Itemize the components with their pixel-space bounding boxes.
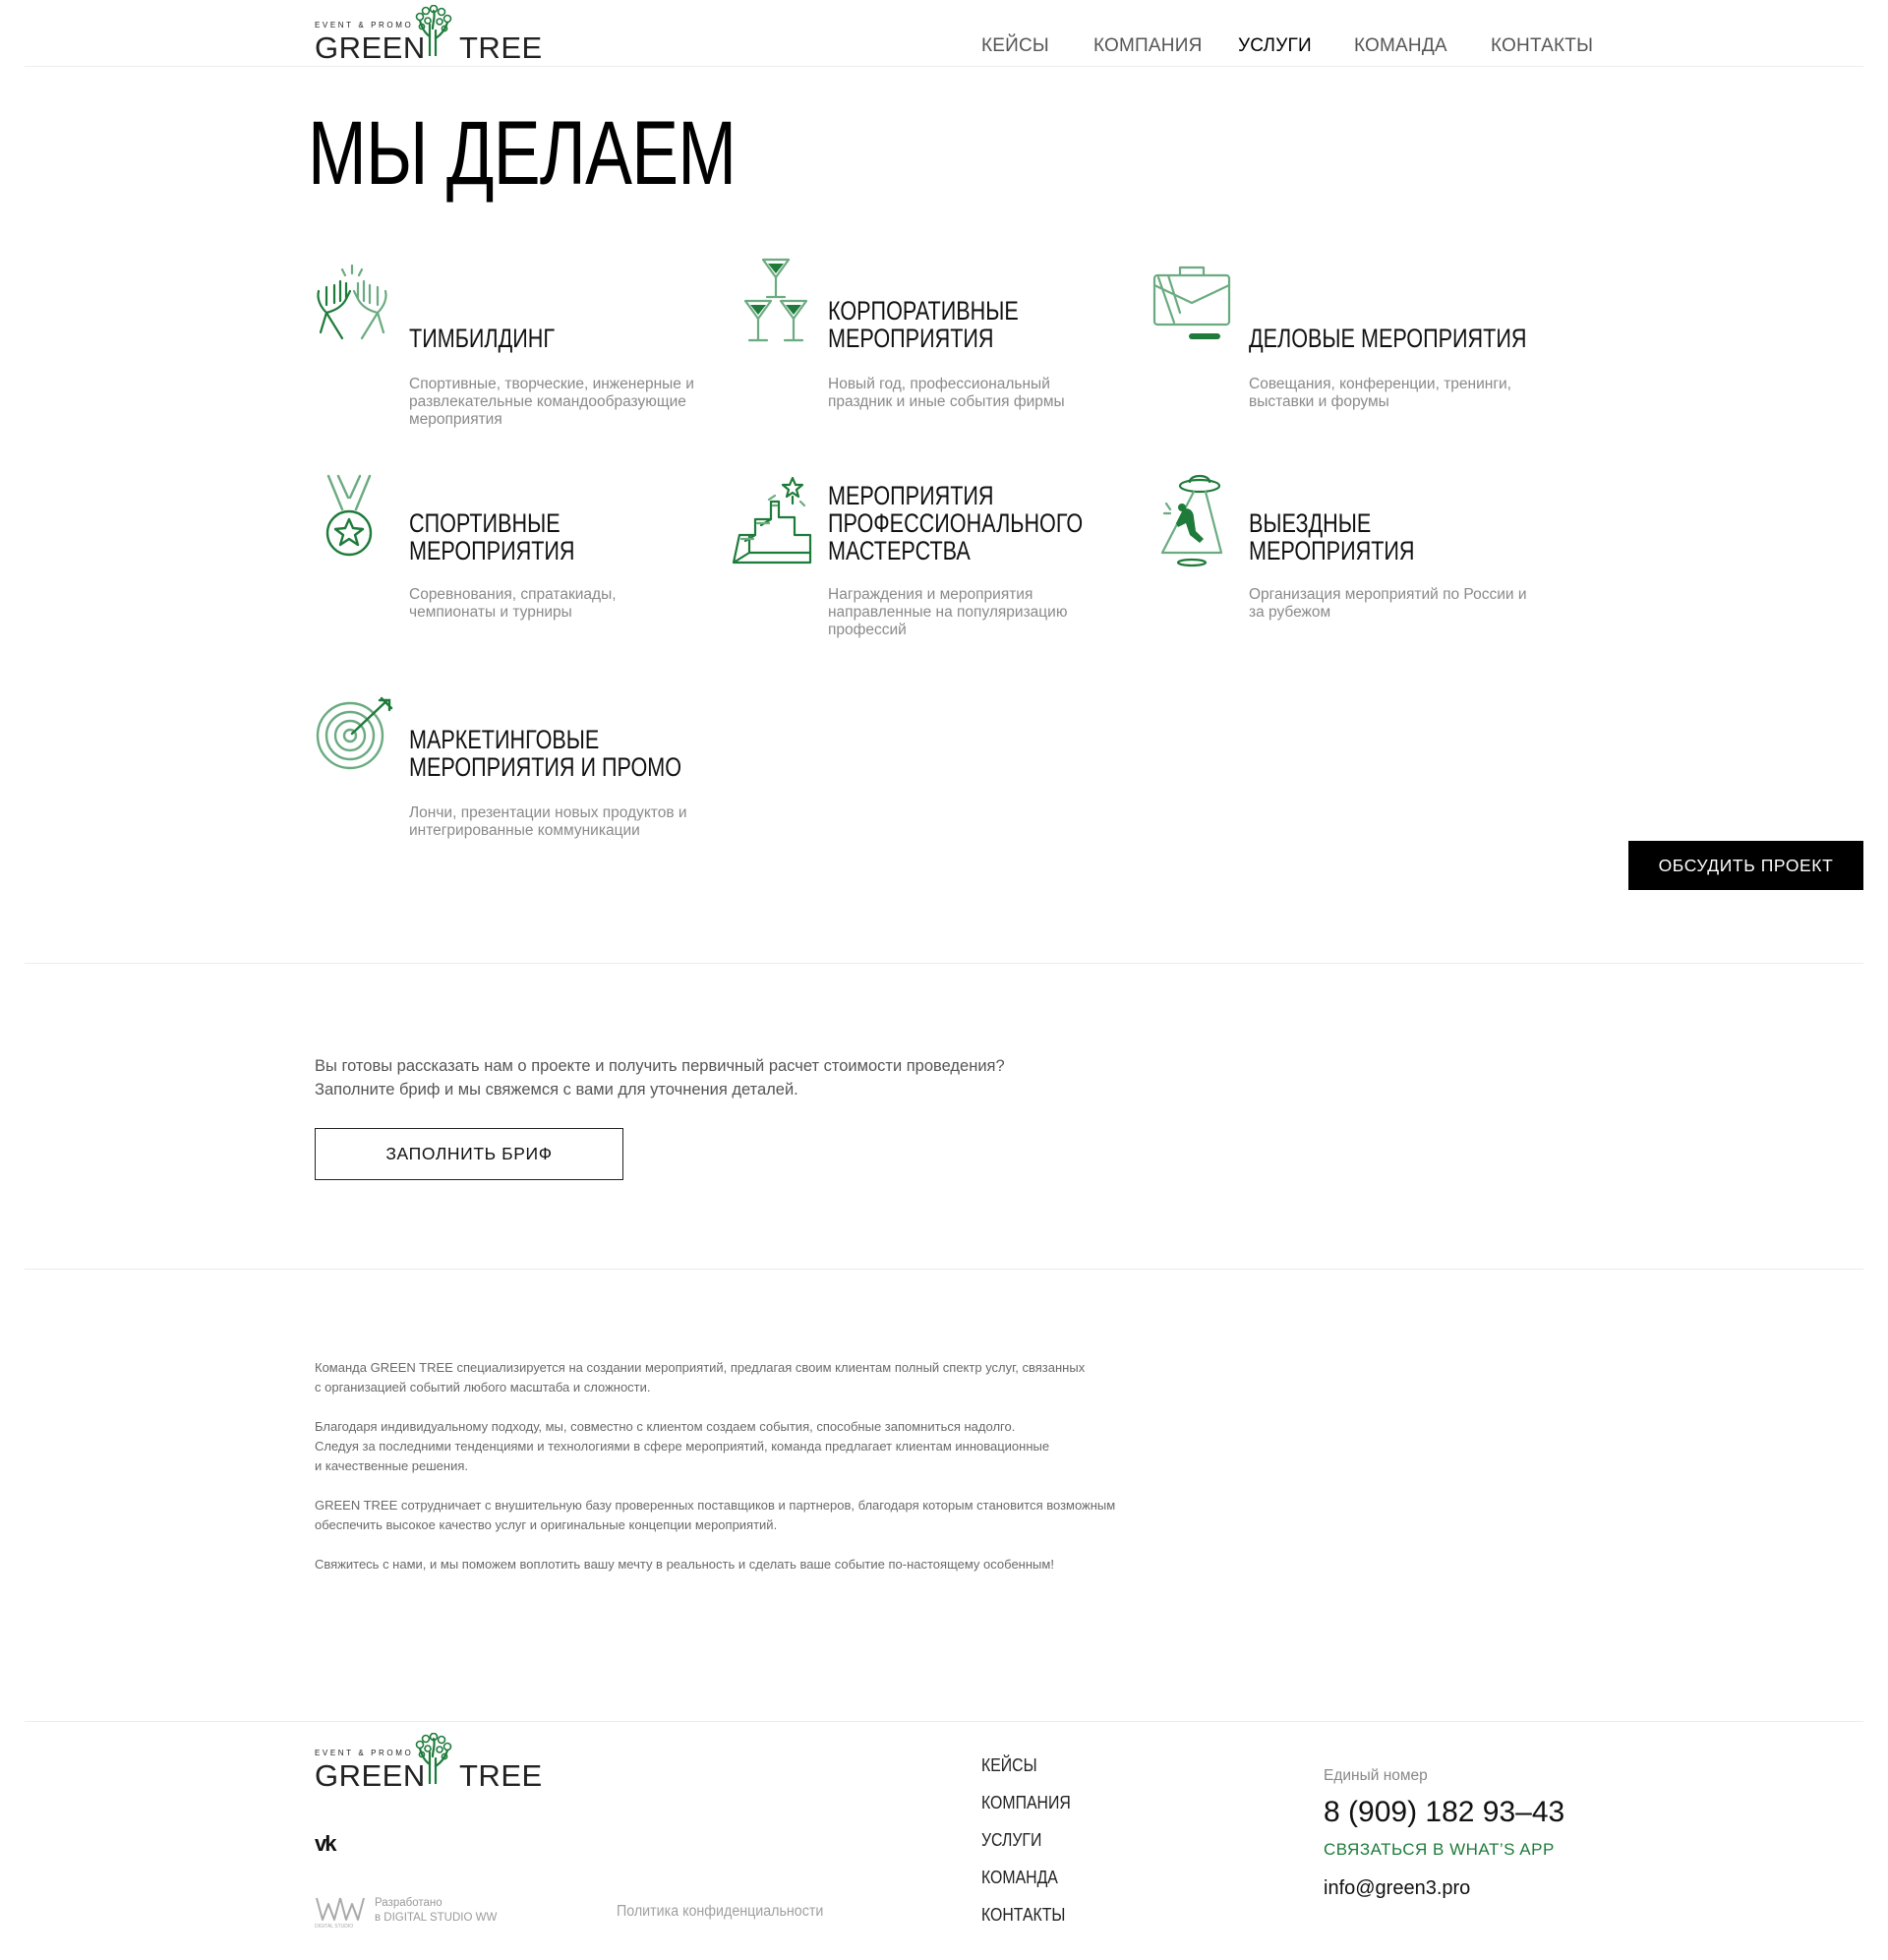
- service-description: Организация мероприятий по России и за р…: [1249, 586, 1527, 621]
- service-title: КОРПОРАТИВНЫЕ МЕРОПРИЯТИЯ: [828, 296, 1019, 353]
- tree-icon: [415, 5, 452, 56]
- service-card-marketing: МАРКЕТИНГОВЫЕ МЕРОПРИЯТИЯ И ПРОМО Лончи,…: [313, 696, 687, 893]
- page-title: МЫ ДЕЛАЕМ: [308, 103, 737, 204]
- high-five-icon: [317, 264, 387, 340]
- brief-invitation-text: Вы готовы рассказать нам о проекте и пол…: [315, 1057, 1005, 1099]
- about-paragraph: GREEN TREE сотрудничает с внушительную б…: [315, 1498, 1116, 1532]
- ufo-abduction-icon: [1160, 474, 1223, 567]
- footer-nav-company[interactable]: КОМПАНИЯ: [981, 1793, 1071, 1813]
- studio-logo-caption: DIGITAL STUDIO: [315, 1924, 353, 1930]
- service-description: Спортивные, творческие, инженерные и раз…: [409, 376, 694, 428]
- nav-item-cases[interactable]: КЕЙСЫ: [981, 35, 1049, 57]
- stairs-star-icon: [732, 476, 812, 564]
- fill-brief-button[interactable]: ЗАПОЛНИТЬ БРИФ: [315, 1128, 623, 1180]
- cocktail-glasses-icon: [743, 258, 808, 342]
- service-card-teambuilding: ТИМБИЛДИНГ Спортивные, творческие, инжен…: [313, 264, 694, 460]
- logo-word-green: GREEN: [315, 30, 426, 65]
- about-paragraph: Команда GREEN TREE специализируется на с…: [315, 1360, 1086, 1395]
- email-link[interactable]: info@green3.pro: [1324, 1877, 1470, 1900]
- header-divider: [25, 66, 1863, 67]
- service-title: МАРКЕТИНГОВЫЕ МЕРОПРИЯТИЯ И ПРОМО: [409, 725, 682, 782]
- phone-label: Единый номер: [1324, 1767, 1428, 1784]
- section-divider: [25, 1269, 1863, 1270]
- discuss-project-button[interactable]: ОБСУДИТЬ ПРОЕКТ: [1628, 841, 1863, 890]
- studio-logo-icon: DIGITAL STUDIO: [315, 1897, 365, 1930]
- service-card-sports: СПОРТИВНЫЕ МЕРОПРИЯТИЯ Соревнования, спр…: [313, 474, 637, 671]
- target-dart-icon: [316, 696, 393, 770]
- developer-credit[interactable]: Разработано в DIGITAL STUDIO WW: [375, 1896, 532, 1926]
- phone-number[interactable]: 8 (909) 182 93–43: [1324, 1796, 1564, 1829]
- whatsapp-link[interactable]: СВЯЗАТЬСЯ В WHAT’S APP: [1324, 1840, 1555, 1860]
- footer-nav-team[interactable]: КОМАНДА: [981, 1868, 1058, 1888]
- logo-word-tree: TREE: [459, 30, 543, 65]
- logo-word-tree: TREE: [459, 1758, 543, 1793]
- service-description: Новый год, профессиональный праздник и и…: [828, 376, 1065, 410]
- footer-nav-services[interactable]: УСЛУГИ: [981, 1830, 1041, 1851]
- service-title: ВЫЕЗДНЫЕ МЕРОПРИЯТИЯ: [1249, 508, 1415, 565]
- about-paragraph: Благодаря индивидуальному подходу, мы, с…: [315, 1419, 1050, 1473]
- footer-nav-contacts[interactable]: КОНТАКТЫ: [981, 1905, 1065, 1926]
- service-description: Соревнования, спратакиады, чемпионаты и …: [409, 586, 617, 621]
- nav-item-company[interactable]: КОМПАНИЯ: [1093, 35, 1203, 57]
- footer-nav-cases[interactable]: КЕЙСЫ: [981, 1755, 1037, 1776]
- service-title: СПОРТИВНЫЕ МЕРОПРИЯТИЯ: [409, 508, 575, 565]
- service-description: Награждения и мероприятия направленные н…: [828, 586, 1068, 638]
- footer-logo[interactable]: EVENT & PROMO GREEN TREE: [315, 1733, 542, 1791]
- service-title: МЕРОПРИЯТИЯ ПРОФЕССИОНАЛЬНОГО МАСТЕРСТВА: [828, 481, 1084, 565]
- service-card-professional: МЕРОПРИЯТИЯ ПРОФЕССИОНАЛЬНОГО МАСТЕРСТВА…: [732, 470, 1083, 667]
- logo-word-green: GREEN: [315, 1758, 426, 1793]
- service-card-corporate: КОРПОРАТИВНЫЕ МЕРОПРИЯТИЯ Новый год, про…: [736, 258, 1065, 454]
- privacy-policy-link[interactable]: Политика конфиденциальности: [617, 1903, 823, 1921]
- nav-item-services[interactable]: УСЛУГИ: [1238, 35, 1312, 57]
- briefcase-icon: [1152, 266, 1231, 339]
- footer-divider: [25, 1721, 1863, 1722]
- header-logo[interactable]: EVENT & PROMO GREEN TREE: [315, 5, 542, 63]
- section-divider: [25, 963, 1863, 964]
- service-title: ДЕЛОВЫЕ МЕРОПРИЯТИЯ: [1249, 324, 1527, 353]
- logo-tagline: EVENT & PROMO: [315, 21, 414, 30]
- nav-item-contacts[interactable]: КОНТАКТЫ: [1491, 35, 1593, 57]
- medal-icon: [325, 474, 373, 557]
- service-card-business: ДЕЛОВЫЕ МЕРОПРИЯТИЯ Совещания, конференц…: [1152, 264, 1526, 460]
- service-description: Лончи, презентации новых продуктов и инт…: [409, 804, 687, 839]
- tree-icon: [415, 1733, 452, 1784]
- service-description: Совещания, конференции, тренинги, выстав…: [1249, 376, 1511, 410]
- about-text: Команда GREEN TREE специализируется на с…: [315, 1358, 1298, 1594]
- logo-tagline: EVENT & PROMO: [315, 1749, 414, 1757]
- nav-item-team[interactable]: КОМАНДА: [1354, 35, 1447, 57]
- vk-icon[interactable]: vk: [315, 1831, 337, 1857]
- service-title: ТИМБИЛДИНГ: [409, 324, 556, 353]
- about-paragraph: Свяжитесь с нами, и мы поможем воплотить…: [315, 1557, 1054, 1572]
- service-card-offsite: ВЫЕЗДНЫЕ МЕРОПРИЯТИЯ Организация меропри…: [1152, 470, 1526, 667]
